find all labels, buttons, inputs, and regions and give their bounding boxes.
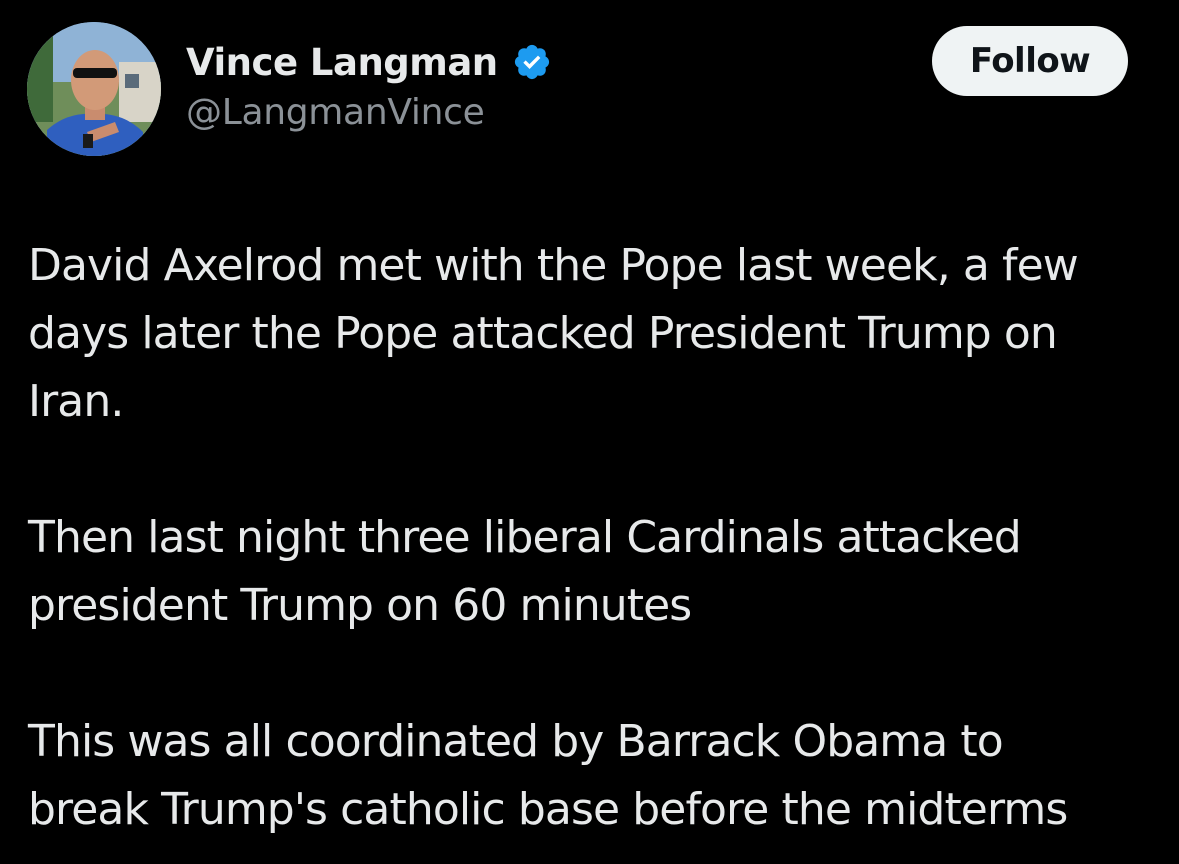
tweet-text: David Axelrod met with the Pope last wee… (28, 232, 1168, 844)
author-handle[interactable]: @LangmanVince (186, 92, 485, 133)
tweet-line: president Trump on 60 minutes (28, 580, 692, 631)
tweet-line: Then last night three liberal Cardinals … (28, 512, 1022, 563)
tweet-line: days later the Pope attacked President T… (28, 308, 1058, 359)
tweet-paragraph-1: David Axelrod met with the Pope last wee… (28, 232, 1168, 436)
avatar-photo (27, 22, 161, 156)
tweet-line: break Trump's catholic base before the m… (28, 784, 1068, 835)
tweet-paragraph-3: This was all coordinated by Barrack Obam… (28, 708, 1168, 844)
tweet-line: David Axelrod met with the Pope last wee… (28, 240, 1079, 291)
author-display-name[interactable]: Vince Langman (186, 41, 498, 84)
follow-button[interactable]: Follow (932, 26, 1128, 96)
verified-badge-icon (512, 42, 552, 82)
avatar[interactable] (27, 22, 161, 156)
tweet-paragraph-2: Then last night three liberal Cardinals … (28, 504, 1168, 640)
tweet-card: Vince Langman @LangmanVince Follow David… (0, 0, 1179, 864)
tweet-line: This was all coordinated by Barrack Obam… (28, 716, 1004, 767)
tweet-line: Iran. (28, 376, 124, 427)
author-name-row[interactable]: Vince Langman (186, 38, 552, 86)
